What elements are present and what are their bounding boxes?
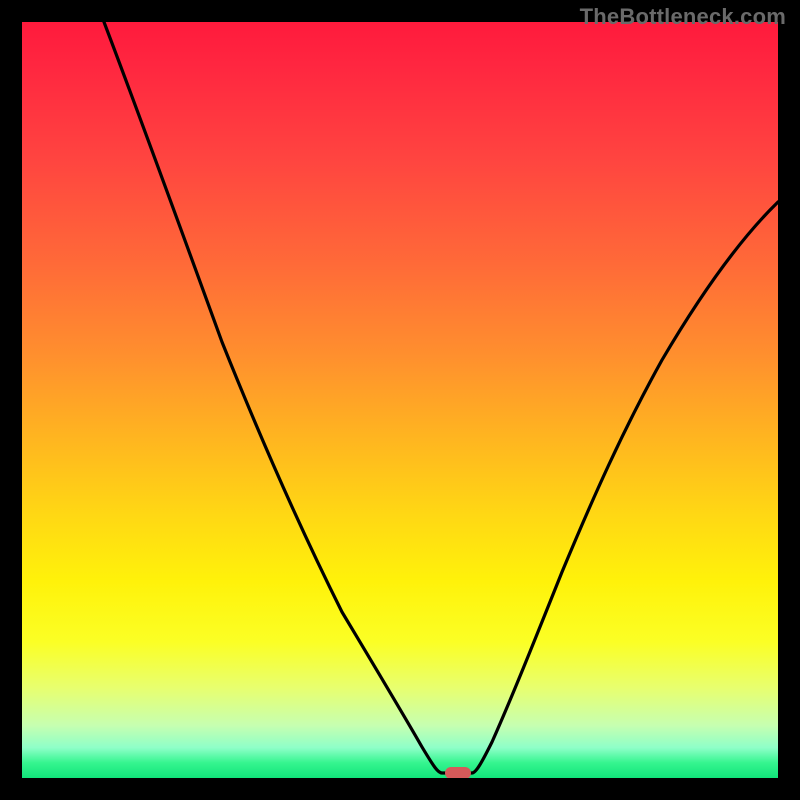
bottleneck-curve bbox=[104, 22, 778, 773]
plot-area bbox=[22, 22, 778, 778]
curve-layer bbox=[22, 22, 778, 778]
optimum-marker bbox=[445, 767, 471, 778]
watermark-text: TheBottleneck.com bbox=[580, 4, 786, 30]
chart-frame: TheBottleneck.com bbox=[0, 0, 800, 800]
